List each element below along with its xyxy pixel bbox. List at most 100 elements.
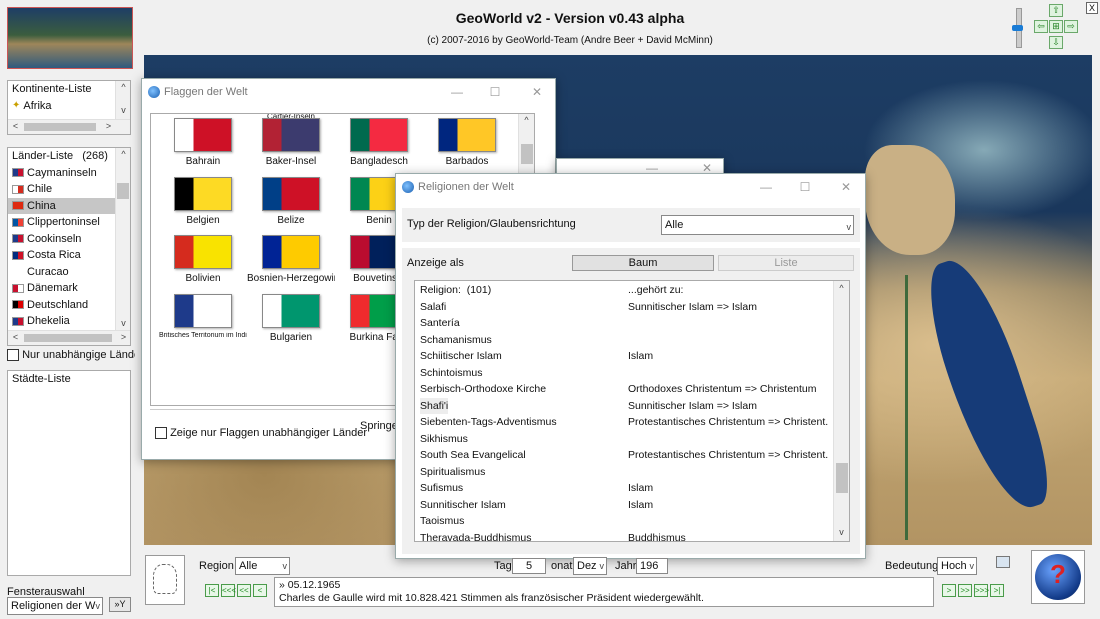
religion-row[interactable]: Sufismus Islam bbox=[420, 480, 830, 497]
pan-down-button[interactable]: ⇩ bbox=[1049, 36, 1063, 49]
flag-cell[interactable]: Britisches Territorium im Indischen Ozea… bbox=[159, 293, 247, 340]
religion-row[interactable]: Siebenten-Tags-Adventismus Protestantisch… bbox=[420, 414, 830, 431]
continent-item-afrika[interactable]: ✦ Afrika bbox=[8, 98, 130, 115]
independent-only-option[interactable]: Nur unabhängige Länder bbox=[7, 349, 135, 362]
flag-cell[interactable]: Bahrain bbox=[159, 118, 247, 167]
chevron-down-icon[interactable]: v bbox=[834, 527, 849, 537]
overview-minimap[interactable] bbox=[7, 7, 133, 69]
country-item[interactable]: Dänemark bbox=[8, 280, 130, 297]
flags-independent-checkbox[interactable] bbox=[155, 427, 167, 440]
flags-independent-option[interactable]: Zeige nur Flaggen unabhängiger Länder bbox=[155, 427, 367, 440]
zoom-slider-knob[interactable] bbox=[1012, 25, 1023, 31]
religion-row[interactable]: Taoismus bbox=[420, 513, 830, 530]
continent-list-vscroll[interactable]: ^ v bbox=[115, 81, 130, 121]
country-item[interactable]: Dhekelia bbox=[8, 313, 130, 330]
chevron-up-icon[interactable]: ^ bbox=[116, 149, 131, 159]
religion-row[interactable]: Sunnitischer Islam Islam bbox=[420, 497, 830, 514]
pan-left-button[interactable]: ⇦ bbox=[1034, 20, 1048, 33]
minimize-icon[interactable]: — bbox=[751, 174, 781, 200]
religion-row[interactable]: Serbisch-Orthodoxe Kirche Orthodoxes Chri… bbox=[420, 381, 830, 398]
continent-list[interactable]: Kontinente-Liste ✦ Afrika ^ v < > bbox=[7, 80, 131, 135]
flags-window-titlebar[interactable]: Flaggen der Welt — ☐ ✕ bbox=[142, 79, 555, 105]
stamp-button[interactable] bbox=[145, 555, 185, 605]
flag-cell[interactable]: Bangladesch bbox=[335, 118, 423, 167]
religion-row[interactable]: Theravada-Buddhismus Buddhismus bbox=[420, 530, 830, 542]
religion-list[interactable]: Religion: (101) ...gehört zu: Salafi Sunn… bbox=[414, 280, 850, 542]
scroll-thumb[interactable] bbox=[836, 463, 848, 493]
tree-view-button[interactable]: Baum bbox=[572, 255, 714, 271]
help-globe-button[interactable]: ? bbox=[1031, 550, 1085, 604]
event-prev-button[interactable]: < bbox=[253, 584, 267, 597]
flag-cell[interactable]: Belgien bbox=[159, 176, 247, 226]
window-select-dropdown[interactable]: Religionen der Wv bbox=[7, 597, 103, 615]
country-item[interactable]: Clippertoninsel bbox=[8, 214, 130, 231]
month-dropdown[interactable]: Dez v bbox=[573, 557, 607, 575]
religion-row[interactable]: Schiitischer Islam Islam bbox=[420, 348, 830, 365]
maximize-icon[interactable]: ☐ bbox=[480, 79, 510, 105]
flag-cell[interactable]: Baker-Insel bbox=[247, 118, 335, 167]
close-icon[interactable]: ✕ bbox=[522, 79, 552, 105]
chevron-right-icon[interactable]: > bbox=[101, 121, 116, 131]
minimize-icon[interactable]: — bbox=[442, 79, 472, 105]
religions-window-titlebar[interactable]: Religionen der Welt — ☐ ✕ bbox=[396, 174, 865, 200]
region-dropdown[interactable]: Alle v bbox=[235, 557, 290, 575]
country-item[interactable]: Cookinseln bbox=[8, 231, 130, 248]
event-prev-button[interactable]: <<< bbox=[221, 584, 236, 597]
chevron-up-icon[interactable]: ^ bbox=[519, 115, 534, 125]
country-item[interactable]: Chile bbox=[8, 181, 130, 198]
country-item[interactable]: Curacao bbox=[8, 264, 130, 281]
country-list[interactable]: Länder-Liste (268) Caymaninseln Chile Chin… bbox=[7, 147, 131, 346]
religion-row[interactable]: Santería bbox=[420, 315, 830, 332]
religion-type-dropdown[interactable]: Alle v bbox=[661, 215, 854, 235]
chevron-left-icon[interactable]: < bbox=[8, 332, 23, 342]
list-view-button[interactable]: Liste bbox=[718, 255, 854, 271]
scroll-thumb[interactable] bbox=[117, 183, 129, 199]
religion-row[interactable]: Schamanismus bbox=[420, 332, 830, 349]
scroll-thumb[interactable] bbox=[24, 334, 112, 342]
app-close-button[interactable]: X bbox=[1086, 2, 1098, 14]
pan-right-button[interactable]: ⇨ bbox=[1064, 20, 1078, 33]
pan-up-button[interactable]: ⇧ bbox=[1049, 4, 1063, 17]
country-item[interactable]: Costa Rica bbox=[8, 247, 130, 264]
meaning-dropdown[interactable]: Hoch v bbox=[937, 557, 977, 575]
event-next-button[interactable]: > bbox=[942, 584, 956, 597]
flag-cell[interactable]: Barbados bbox=[423, 118, 511, 167]
continent-list-hscroll[interactable]: < > bbox=[8, 119, 130, 134]
chevron-down-icon[interactable]: v bbox=[116, 318, 131, 328]
religion-row[interactable]: Spiritualismus bbox=[420, 464, 830, 481]
chevron-up-icon[interactable]: ^ bbox=[116, 82, 131, 92]
independent-only-checkbox[interactable] bbox=[7, 349, 19, 362]
religion-row[interactable]: Schintoismus bbox=[420, 365, 830, 382]
scroll-thumb[interactable] bbox=[521, 144, 533, 164]
religion-row[interactable]: Sikhismus bbox=[420, 431, 830, 448]
chevron-left-icon[interactable]: < bbox=[8, 121, 23, 131]
year-spinner[interactable]: 196 bbox=[636, 558, 668, 574]
country-item[interactable]: China bbox=[8, 197, 130, 214]
maximize-icon[interactable]: ☐ bbox=[790, 174, 820, 200]
event-prev-button[interactable]: << bbox=[237, 584, 251, 597]
chevron-down-icon[interactable]: v bbox=[116, 105, 131, 115]
day-spinner[interactable]: 5 bbox=[512, 558, 546, 574]
monitor-icon[interactable] bbox=[996, 556, 1010, 568]
flag-cell[interactable]: Bulgarien bbox=[247, 293, 335, 343]
event-prev-button[interactable]: |< bbox=[205, 584, 219, 597]
window-select-go-button[interactable]: »Y bbox=[109, 597, 131, 612]
country-item[interactable]: Deutschland bbox=[8, 297, 130, 314]
event-next-button[interactable]: >> bbox=[958, 584, 972, 597]
city-list[interactable]: Städte-Liste bbox=[7, 370, 131, 576]
religion-row[interactable]: Salafi Sunnitischer Islam => Islam bbox=[420, 299, 830, 316]
country-list-vscroll[interactable]: ^ v bbox=[115, 148, 130, 332]
country-item[interactable]: Caymaninseln bbox=[8, 165, 130, 182]
chevron-right-icon[interactable]: > bbox=[116, 332, 131, 342]
pan-center-button[interactable]: ⊞ bbox=[1049, 20, 1063, 33]
chevron-up-icon[interactable]: ^ bbox=[834, 283, 849, 293]
event-next-button[interactable]: >| bbox=[990, 584, 1004, 597]
religion-list-vscroll[interactable]: ^ v bbox=[833, 281, 849, 541]
flag-cell[interactable]: Belize bbox=[247, 176, 335, 226]
event-next-button[interactable]: >>> bbox=[974, 584, 989, 597]
scroll-thumb[interactable] bbox=[24, 123, 96, 131]
religion-row[interactable]: Shafi'i Sunnitischer Islam => Islam bbox=[420, 397, 830, 414]
religion-row[interactable]: South Sea Evangelical Protestantisches Ch… bbox=[420, 447, 830, 464]
country-list-hscroll[interactable]: < > bbox=[8, 330, 130, 345]
flag-cell[interactable]: Bosnien-Herzegowina bbox=[247, 235, 335, 284]
